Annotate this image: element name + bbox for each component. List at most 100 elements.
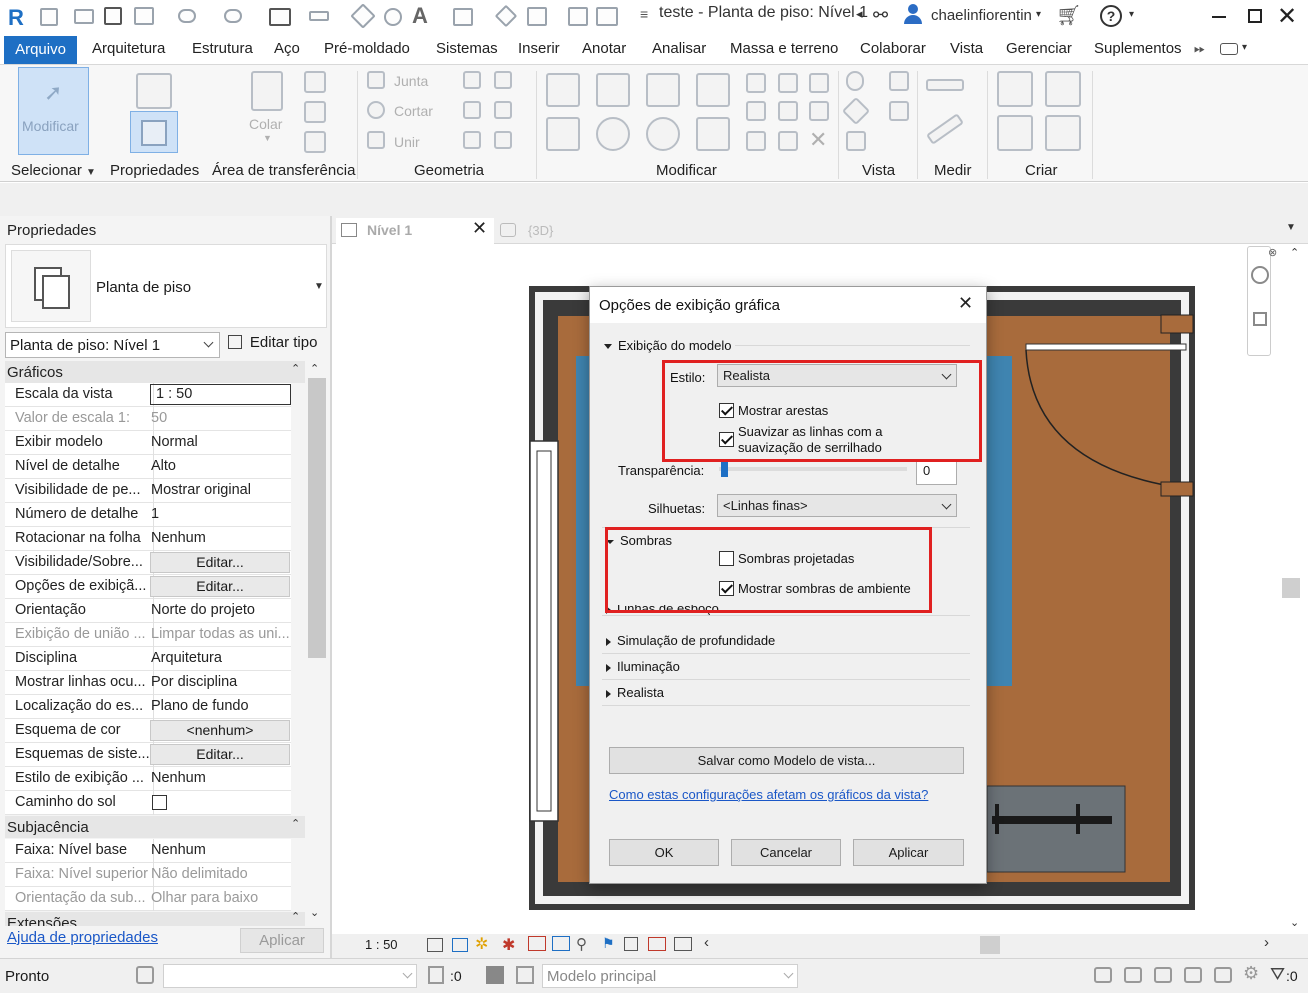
help-icon[interactable]: ?	[1100, 5, 1122, 27]
geometry-tool-6-icon[interactable]	[494, 131, 512, 149]
close-hidden-icon[interactable]	[568, 7, 588, 26]
sun-path-checkbox[interactable]	[152, 795, 167, 810]
type-selector[interactable]: Planta de piso ▼	[5, 244, 327, 328]
props-scroll-up-icon[interactable]: ⌃	[310, 362, 319, 375]
geometry-tool-3-icon[interactable]	[463, 101, 481, 119]
unite-icon[interactable]	[367, 131, 385, 149]
tab-inserir[interactable]: Inserir	[518, 40, 560, 57]
dialog-close-icon[interactable]: ✕	[958, 293, 973, 314]
redo-icon[interactable]	[224, 9, 242, 23]
nav-close-icon[interactable]: ⊗	[1268, 246, 1277, 259]
tab-suplementos[interactable]: Suplementos	[1094, 40, 1182, 57]
steering-wheel-icon[interactable]	[1251, 266, 1269, 284]
property-row[interactable]: Faixa: Nível base Nenhum	[5, 839, 291, 863]
join-icon[interactable]	[367, 71, 385, 89]
join-label[interactable]: Junta	[394, 73, 428, 89]
view-scroll-up-icon[interactable]: ⌃	[1290, 246, 1299, 259]
filter-icon[interactable]: ⛛	[1270, 964, 1285, 985]
tab-massa-terreno[interactable]: Massa e terreno	[730, 40, 838, 57]
editable-only-icon[interactable]	[428, 966, 444, 984]
property-row[interactable]: Visibilidade/Sobre... Editar...	[5, 551, 291, 575]
lightbulb-icon[interactable]	[846, 71, 864, 91]
ok-button[interactable]: OK	[609, 839, 719, 866]
ribbon-minimize-icon[interactable]	[1220, 43, 1238, 55]
measure-between-icon[interactable]	[925, 113, 965, 145]
align-icon[interactable]	[546, 73, 580, 107]
paint-icon[interactable]	[846, 131, 866, 151]
property-row[interactable]: Caminho do sol	[5, 791, 291, 815]
user-name[interactable]: chaelinfiorentin	[931, 7, 1032, 24]
unpin-icon[interactable]	[778, 101, 798, 121]
worksets-icon[interactable]	[136, 966, 154, 984]
property-row[interactable]: Exibição de união ... Limpar todas as uni…	[5, 623, 291, 647]
tab-estrutura[interactable]: Estrutura	[192, 40, 253, 57]
move-icon[interactable]	[546, 117, 580, 151]
switch-windows-icon[interactable]	[596, 7, 618, 26]
section-model-display[interactable]: Exibição do modelo	[604, 338, 731, 353]
linework-icon[interactable]	[841, 96, 871, 126]
qat-dropdown-icon[interactable]: ≡	[640, 6, 648, 22]
tab-sistemas[interactable]: Sistemas	[436, 40, 498, 57]
props-scrollbar[interactable]	[308, 378, 326, 658]
section-graficos[interactable]: Gráficos	[5, 361, 305, 383]
type-dropdown-icon[interactable]: ▼	[314, 281, 324, 292]
hscroll-right-icon[interactable]: ›	[1264, 934, 1269, 951]
geometry-tool-1-icon[interactable]	[463, 71, 481, 89]
tag-icon[interactable]	[384, 8, 402, 26]
apply-button[interactable]: Aplicar	[853, 839, 964, 866]
property-row[interactable]: Escala da vista 1 : 50	[5, 383, 291, 407]
type-properties-icon[interactable]	[136, 73, 172, 109]
dialog-help-link[interactable]: Como estas configurações afetam os gráfi…	[609, 787, 928, 802]
silhouettes-select[interactable]: <Linhas finas>	[717, 494, 957, 517]
aligned-dimension-icon[interactable]	[926, 79, 964, 91]
array-icon[interactable]	[746, 101, 766, 121]
pin-element-icon[interactable]	[809, 101, 829, 121]
visual-style-icon[interactable]	[452, 938, 468, 952]
measure-icon[interactable]	[309, 11, 329, 21]
property-edit-button[interactable]: Editar...	[150, 552, 290, 573]
property-row[interactable]: Nível de detalhe Alto	[5, 455, 291, 479]
cart-icon[interactable]: 🛒︎	[1056, 3, 1081, 28]
section-depth-cueing[interactable]: Simulação de profundidade	[606, 633, 775, 648]
select-links-icon[interactable]	[1094, 967, 1112, 983]
background-processes-icon[interactable]: ⚙	[1243, 963, 1259, 984]
property-row[interactable]: Orientação da sub... Olhar para baixo	[5, 887, 291, 911]
close-icon[interactable]: ✕	[1277, 2, 1297, 31]
dimension-icon[interactable]	[350, 3, 376, 29]
property-row[interactable]: Esquemas de siste... Editar...	[5, 743, 291, 767]
delete-icon[interactable]	[809, 73, 829, 93]
modify-button[interactable]: ➚ Modificar	[18, 67, 89, 155]
unite-label[interactable]: Unir	[394, 134, 420, 150]
paste-icon[interactable]	[251, 71, 283, 111]
property-edit-button[interactable]: Editar...	[150, 576, 290, 597]
transparency-slider-thumb[interactable]	[721, 461, 728, 477]
section-lighting[interactable]: Iluminação	[606, 659, 680, 674]
minimize-icon[interactable]	[1212, 16, 1226, 18]
design-options-icon[interactable]	[486, 966, 504, 984]
paste-label[interactable]: Colar	[249, 116, 282, 132]
mirror-line-icon[interactable]	[696, 73, 730, 107]
cut-geometry-icon[interactable]	[367, 101, 385, 119]
workset-combo[interactable]	[163, 964, 417, 988]
collapse-subjacencia-icon[interactable]: ⌃	[291, 817, 300, 830]
properties-help-link[interactable]: Ajuda de propriedades	[7, 929, 158, 946]
property-row[interactable]: Localização do es... Plano de fundo	[5, 695, 291, 719]
drag-elements-icon[interactable]	[1214, 967, 1232, 983]
select-by-face-icon[interactable]	[1184, 967, 1202, 983]
property-edit-button[interactable]: <nenhum>	[150, 720, 290, 741]
properties-button[interactable]	[130, 111, 178, 153]
tab-gerenciar[interactable]: Gerenciar	[1006, 40, 1072, 57]
zoom-region-icon[interactable]	[1253, 312, 1267, 326]
delete-x-icon[interactable]: ✕	[809, 127, 827, 153]
pin-icon[interactable]	[778, 73, 798, 93]
3d-view-icon[interactable]	[453, 8, 473, 26]
edit-type-button[interactable]: Editar tipo	[228, 334, 317, 356]
offset-icon[interactable]	[596, 73, 630, 107]
print-icon[interactable]	[269, 8, 291, 26]
user-icon[interactable]	[903, 4, 923, 26]
maximize-icon[interactable]	[1248, 9, 1262, 23]
undo-icon[interactable]	[178, 9, 196, 23]
main-model-combo[interactable]: Modelo principal	[542, 964, 798, 988]
mirror-axis-icon[interactable]	[646, 73, 680, 107]
scale-icon[interactable]	[746, 131, 766, 151]
